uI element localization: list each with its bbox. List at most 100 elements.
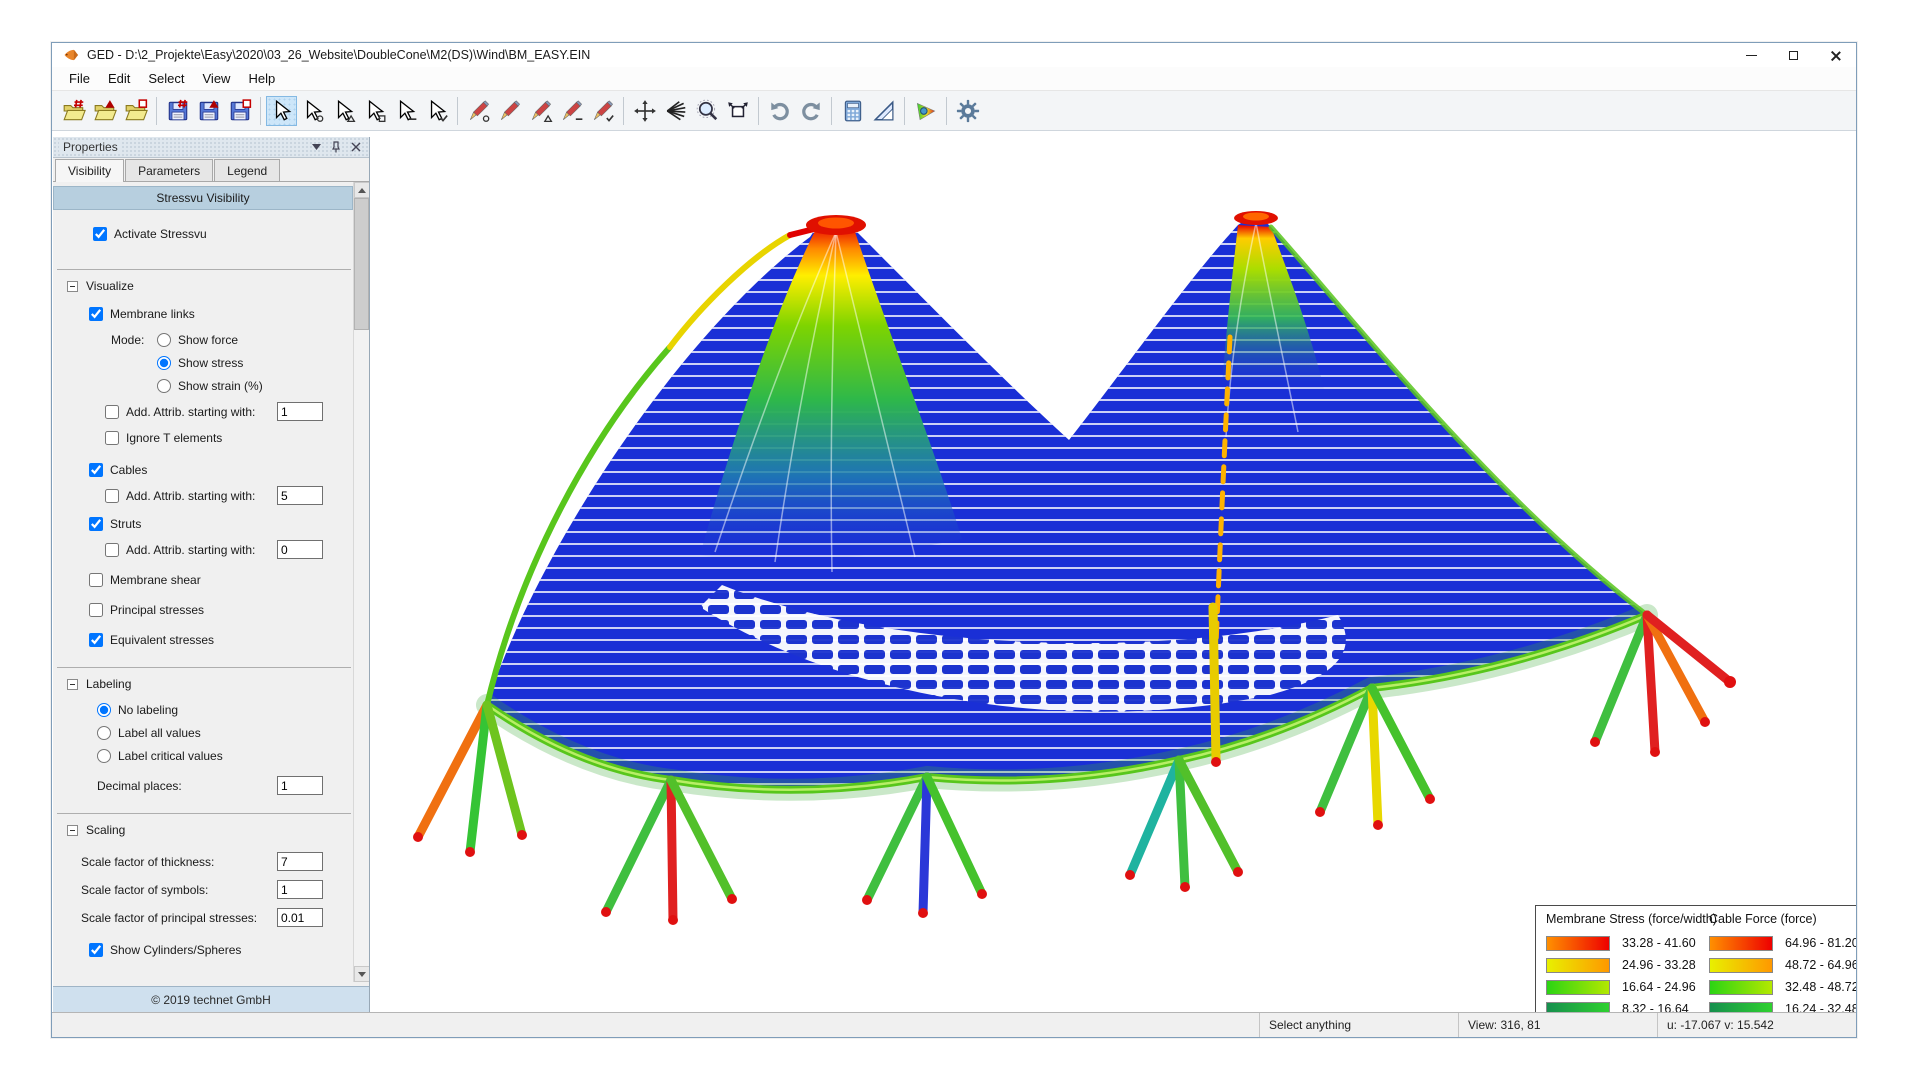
label-critical-label: Label critical values xyxy=(118,749,223,763)
membrane-shear-checkbox[interactable] xyxy=(89,573,103,587)
mode-show-strain-row: Show strain (%) xyxy=(157,377,263,395)
draw-elements-tool-button[interactable] xyxy=(587,96,618,126)
settings-button[interactable] xyxy=(952,96,983,126)
redo-button[interactable] xyxy=(795,96,826,126)
panel-scrollbar[interactable] xyxy=(353,182,369,982)
legend-swatch xyxy=(1709,980,1773,995)
label-critical-radio[interactable] xyxy=(97,749,111,763)
scale-thickness-input[interactable] xyxy=(277,852,323,871)
cables-add-attrib-input[interactable] xyxy=(277,486,323,505)
open-net-file-button[interactable] xyxy=(58,96,89,126)
select-points-tool-button[interactable] xyxy=(297,96,328,126)
scaling-label: Scaling xyxy=(86,823,125,837)
panel-pin-button[interactable] xyxy=(329,140,343,154)
select-tool-button[interactable] xyxy=(266,96,297,126)
select-elements-tool-button[interactable] xyxy=(421,96,452,126)
cables-add-attrib-checkbox[interactable] xyxy=(105,489,119,503)
draw-lines-tool-button[interactable] xyxy=(556,96,587,126)
struts-checkbox[interactable] xyxy=(89,517,103,531)
mode-show-force-row: Show force xyxy=(157,331,238,349)
separator xyxy=(57,667,351,668)
legend-swatch xyxy=(1546,1002,1610,1013)
decimal-places-input[interactable] xyxy=(277,776,323,795)
draw-tool-button[interactable] xyxy=(494,96,525,126)
menu-help[interactable]: Help xyxy=(239,68,284,89)
draw-points-tool-button[interactable] xyxy=(463,96,494,126)
collapse-icon[interactable] xyxy=(67,281,78,292)
status-view-angle: View: 316, 81 xyxy=(1458,1013,1657,1037)
membrane-add-attrib-checkbox[interactable] xyxy=(105,405,119,419)
activate-stressvu-row: Activate Stressvu xyxy=(93,225,207,243)
struts-add-attrib-input[interactable] xyxy=(277,540,323,559)
legend-title: Membrane Stress (force/width) xyxy=(1546,912,1717,926)
cables-checkbox[interactable] xyxy=(89,463,103,477)
zoom-tool-button[interactable] xyxy=(691,96,722,126)
label-all-label: Label all values xyxy=(118,726,201,740)
legend-swatch xyxy=(1546,980,1610,995)
minimize-button[interactable] xyxy=(1730,43,1772,67)
membrane-links-checkbox[interactable] xyxy=(89,307,103,321)
pan-orbit-tool-button[interactable] xyxy=(629,96,660,126)
ignore-t-checkbox[interactable] xyxy=(105,431,119,445)
activate-stressvu-checkbox[interactable] xyxy=(93,227,107,241)
scrollbar-thumb[interactable] xyxy=(354,198,369,330)
cables-label: Cables xyxy=(110,463,147,477)
properties-panel-titlebar[interactable]: Properties xyxy=(53,137,369,158)
maximize-button[interactable] xyxy=(1772,43,1814,67)
cables-row: Cables xyxy=(89,461,147,479)
draw-triangles-tool-button[interactable] xyxy=(525,96,556,126)
panel-close-button[interactable] xyxy=(349,140,363,154)
legend-title: Cable Force (force) xyxy=(1709,912,1856,926)
open-boundary-file-button[interactable] xyxy=(120,96,151,126)
scale-symbols-label: Scale factor of symbols: xyxy=(81,883,208,897)
equivalent-stresses-checkbox[interactable] xyxy=(89,633,103,647)
save-triangulation-file-button[interactable] xyxy=(193,96,224,126)
scroll-down-button[interactable] xyxy=(354,966,369,982)
open-triangulation-file-button[interactable] xyxy=(89,96,120,126)
tab-legend[interactable]: Legend xyxy=(214,159,280,181)
save-net-file-button[interactable] xyxy=(162,96,193,126)
show-cylinders-checkbox[interactable] xyxy=(89,943,103,957)
save-boundary-file-button[interactable] xyxy=(224,96,255,126)
select-quads-tool-button[interactable] xyxy=(359,96,390,126)
undo-button[interactable] xyxy=(764,96,795,126)
principal-stresses-checkbox[interactable] xyxy=(89,603,103,617)
tab-visibility[interactable]: Visibility xyxy=(55,159,124,182)
show-strain-radio[interactable] xyxy=(157,379,171,393)
stressvu-button[interactable] xyxy=(910,96,941,126)
collapse-icon[interactable] xyxy=(67,679,78,690)
add-attrib-label: Add. Attrib. starting with: xyxy=(126,489,255,503)
toolbar-separator xyxy=(260,97,261,125)
mode-show-stress-row: Show stress xyxy=(157,354,243,372)
no-labeling-radio[interactable] xyxy=(97,703,111,717)
scale-symbols-row: Scale factor of symbols: xyxy=(81,881,208,899)
panel-menu-button[interactable] xyxy=(309,140,323,154)
measure-button[interactable] xyxy=(868,96,899,126)
scale-principal-input[interactable] xyxy=(277,908,323,927)
toolbar-separator xyxy=(904,97,905,125)
menu-view[interactable]: View xyxy=(194,68,240,89)
menu-edit[interactable]: Edit xyxy=(99,68,139,89)
collapse-icon[interactable] xyxy=(67,825,78,836)
membrane-add-attrib-input[interactable] xyxy=(277,402,323,421)
select-triangles-tool-button[interactable] xyxy=(328,96,359,126)
scroll-up-button[interactable] xyxy=(354,182,369,198)
viewport-3d[interactable]: Membrane Stress (force/width) 33.28 - 41… xyxy=(370,137,1856,1012)
label-all-radio[interactable] xyxy=(97,726,111,740)
scale-thickness-row: Scale factor of thickness: xyxy=(81,853,214,871)
struts-add-attrib-checkbox[interactable] xyxy=(105,543,119,557)
show-force-radio[interactable] xyxy=(157,333,171,347)
panel-tabs: Visibility Parameters Legend xyxy=(53,158,369,182)
scale-symbols-input[interactable] xyxy=(277,880,323,899)
show-stress-radio[interactable] xyxy=(157,356,171,370)
fit-view-button[interactable] xyxy=(722,96,753,126)
spider-view-tool-button[interactable] xyxy=(660,96,691,126)
tab-parameters[interactable]: Parameters xyxy=(125,159,213,181)
menu-select[interactable]: Select xyxy=(139,68,193,89)
calculator-button[interactable] xyxy=(837,96,868,126)
ignore-t-row: Ignore T elements xyxy=(105,429,222,447)
membrane-shear-label: Membrane shear xyxy=(110,573,201,587)
menu-file[interactable]: File xyxy=(60,68,99,89)
select-lines-tool-button[interactable] xyxy=(390,96,421,126)
close-button[interactable] xyxy=(1814,43,1856,67)
